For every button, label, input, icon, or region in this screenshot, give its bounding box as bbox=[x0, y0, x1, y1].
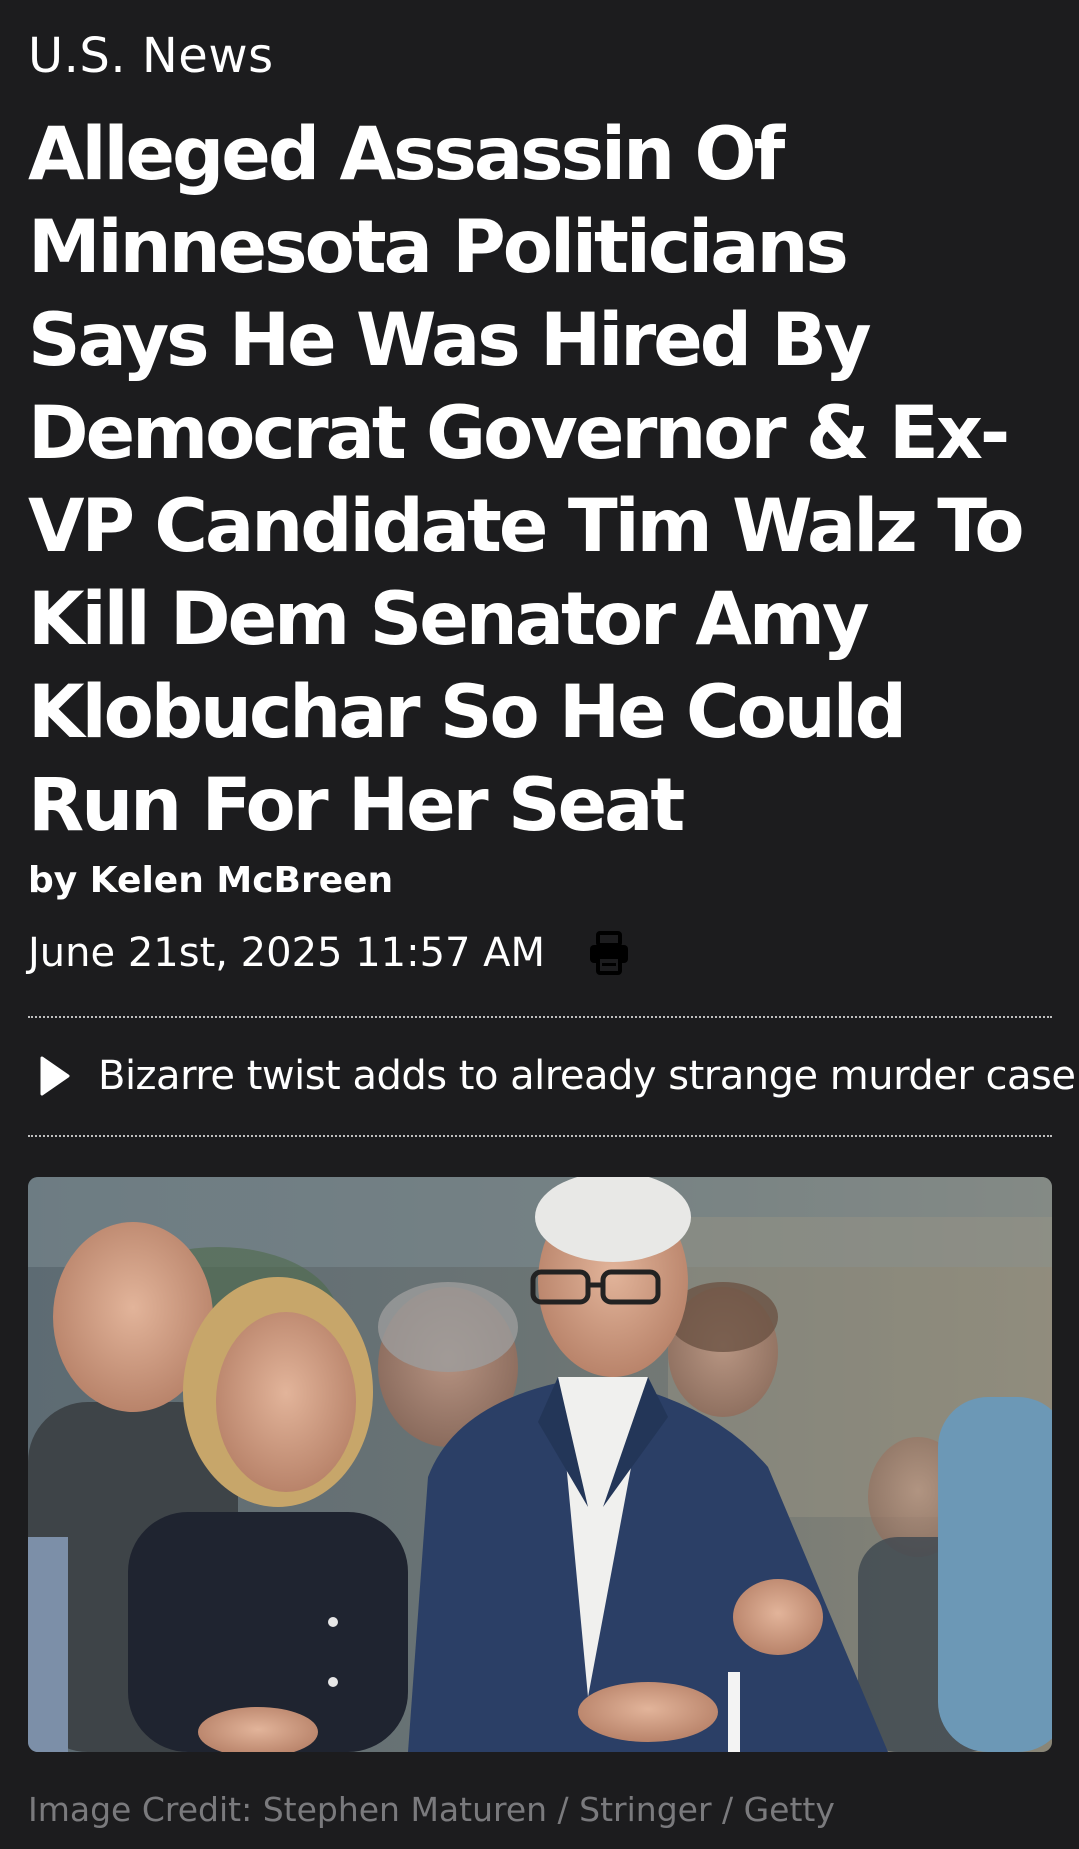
print-icon[interactable] bbox=[585, 929, 633, 977]
publish-date: June 21st, 2025 11:57 AM bbox=[28, 930, 546, 976]
summary-divider-top bbox=[28, 1016, 1052, 1018]
dateline: June 21st, 2025 11:57 AM bbox=[28, 925, 633, 981]
image-credit: Image Credit: Stephen Maturen / Stringer… bbox=[28, 1790, 835, 1829]
summary-divider-bottom bbox=[28, 1135, 1052, 1137]
article-summary: Bizarre twist adds to already strange mu… bbox=[28, 1040, 1079, 1112]
author-byline[interactable]: by Kelen McBreen bbox=[28, 860, 393, 901]
category-label[interactable]: U.S. News bbox=[28, 28, 274, 84]
play-icon bbox=[40, 1056, 70, 1096]
summary-text: Bizarre twist adds to already strange mu… bbox=[98, 1053, 1079, 1099]
hero-image bbox=[28, 1177, 1052, 1752]
article-headline: Alleged Assassin Of Minnesota Politician… bbox=[28, 112, 1025, 848]
